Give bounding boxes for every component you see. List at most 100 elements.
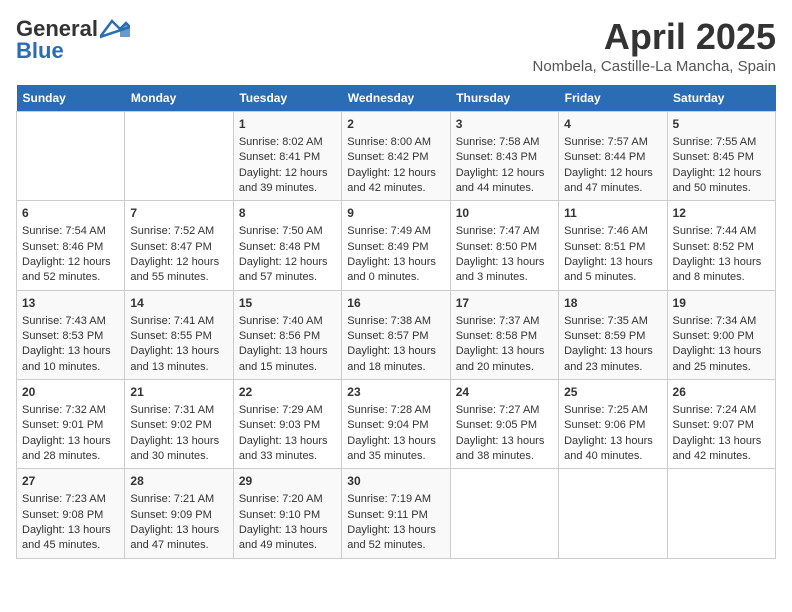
daylight: Daylight: 13 hours and 28 minutes. — [22, 435, 111, 462]
day-number: 27 — [22, 473, 119, 490]
daylight: Daylight: 13 hours and 33 minutes. — [239, 435, 328, 462]
daylight: Daylight: 12 hours and 57 minutes. — [239, 256, 328, 283]
sunset: Sunset: 9:08 PM — [22, 509, 103, 521]
daylight: Daylight: 13 hours and 15 minutes. — [239, 345, 328, 372]
sunrise: Sunrise: 7:40 AM — [239, 315, 323, 327]
sunrise: Sunrise: 7:38 AM — [347, 315, 431, 327]
sunrise: Sunrise: 7:34 AM — [673, 315, 757, 327]
sunrise: Sunrise: 7:43 AM — [22, 315, 106, 327]
day-number: 9 — [347, 205, 444, 222]
calendar-cell: 14 Sunrise: 7:41 AM Sunset: 8:55 PM Dayligh… — [125, 290, 233, 379]
header-tuesday: Tuesday — [233, 85, 341, 112]
daylight: Daylight: 13 hours and 47 minutes. — [130, 524, 219, 551]
daylight: Daylight: 13 hours and 42 minutes. — [673, 435, 762, 462]
calendar-cell: 13 Sunrise: 7:43 AM Sunset: 8:53 PM Dayligh… — [17, 290, 125, 379]
sunrise: Sunrise: 7:21 AM — [130, 493, 214, 505]
day-number: 26 — [673, 384, 770, 401]
sunrise: Sunrise: 7:47 AM — [456, 225, 540, 237]
sunset: Sunset: 9:02 PM — [130, 419, 211, 431]
calendar-cell: 1 Sunrise: 8:02 AM Sunset: 8:41 PM Daylight… — [233, 112, 341, 201]
daylight: Daylight: 13 hours and 8 minutes. — [673, 256, 762, 283]
calendar-cell — [667, 469, 775, 558]
sunset: Sunset: 8:50 PM — [456, 241, 537, 253]
calendar-week-row: 1 Sunrise: 8:02 AM Sunset: 8:41 PM Daylight… — [17, 112, 776, 201]
day-number: 30 — [347, 473, 444, 490]
sunrise: Sunrise: 7:20 AM — [239, 493, 323, 505]
calendar-cell: 7Sunrise: 7:52 AMSunset: 8:47 PMDaylight… — [125, 201, 233, 290]
daylight: Daylight: 12 hours and 39 minutes. — [239, 167, 328, 194]
daylight: Daylight: 13 hours and 3 minutes. — [456, 256, 545, 283]
sunset: Sunset: 8:53 PM — [22, 330, 103, 342]
header-wednesday: Wednesday — [342, 85, 450, 112]
daylight: Daylight: 13 hours and 13 minutes. — [130, 345, 219, 372]
day-number: 1 — [239, 116, 336, 133]
sunrise: Sunrise: 7:41 AM — [130, 315, 214, 327]
sunset: Sunset: 9:09 PM — [130, 509, 211, 521]
sunrise: Sunrise: 7:19 AM — [347, 493, 431, 505]
header-friday: Friday — [559, 85, 667, 112]
daylight: Daylight: 13 hours and 10 minutes. — [22, 345, 111, 372]
calendar-cell: 20Sunrise: 7:32 AMSunset: 9:01 PMDayligh… — [17, 380, 125, 469]
sunrise: Sunrise: 7:31 AM — [130, 404, 214, 416]
sunrise: Sunrise: 7:24 AM — [673, 404, 757, 416]
header-monday: Monday — [125, 85, 233, 112]
day-number: 14 — [130, 295, 227, 312]
sunset: Sunset: 8:41 PM — [239, 151, 320, 163]
day-number: 16 — [347, 295, 444, 312]
sunrise: Sunrise: 7:29 AM — [239, 404, 323, 416]
day-number: 15 — [239, 295, 336, 312]
daylight: Daylight: 12 hours and 55 minutes. — [130, 256, 219, 283]
calendar-title: April 2025 — [533, 16, 776, 58]
calendar-cell: 17Sunrise: 7:37 AMSunset: 8:58 PMDayligh… — [450, 290, 558, 379]
daylight: Daylight: 12 hours and 42 minutes. — [347, 167, 436, 194]
day-number: 22 — [239, 384, 336, 401]
day-number: 28 — [130, 473, 227, 490]
sunrise: Sunrise: 7:49 AM — [347, 225, 431, 237]
calendar-cell: 10Sunrise: 7:47 AMSunset: 8:50 PMDayligh… — [450, 201, 558, 290]
calendar-cell — [17, 112, 125, 201]
daylight: Daylight: 13 hours and 45 minutes. — [22, 524, 111, 551]
sunset: Sunset: 8:47 PM — [130, 241, 211, 253]
calendar-cell: 15Sunrise: 7:40 AMSunset: 8:56 PMDayligh… — [233, 290, 341, 379]
calendar-cell: 29Sunrise: 7:20 AMSunset: 9:10 PMDayligh… — [233, 469, 341, 558]
calendar-cell: 24Sunrise: 7:27 AMSunset: 9:05 PMDayligh… — [450, 380, 558, 469]
daylight: Daylight: 12 hours and 50 minutes. — [673, 167, 762, 194]
day-number: 4 — [564, 116, 661, 133]
day-number: 12 — [673, 205, 770, 222]
calendar-header-row: Sunday Monday Tuesday Wednesday Thursday… — [17, 85, 776, 112]
sunrise: Sunrise: 7:46 AM — [564, 225, 648, 237]
calendar-cell: 3Sunrise: 7:58 AMSunset: 8:43 PMDaylight… — [450, 112, 558, 201]
sunrise: Sunrise: 7:25 AM — [564, 404, 648, 416]
calendar-cell — [450, 469, 558, 558]
sunrise: Sunrise: 8:02 AM — [239, 136, 323, 148]
sunset: Sunset: 9:03 PM — [239, 419, 320, 431]
sunrise: Sunrise: 7:37 AM — [456, 315, 540, 327]
calendar-cell: 26Sunrise: 7:24 AMSunset: 9:07 PMDayligh… — [667, 380, 775, 469]
calendar-cell: 21Sunrise: 7:31 AMSunset: 9:02 PMDayligh… — [125, 380, 233, 469]
sunset: Sunset: 8:48 PM — [239, 241, 320, 253]
sunset: Sunset: 9:10 PM — [239, 509, 320, 521]
calendar-cell — [125, 112, 233, 201]
day-number: 25 — [564, 384, 661, 401]
calendar-cell — [559, 469, 667, 558]
sunset: Sunset: 9:06 PM — [564, 419, 645, 431]
calendar-cell: 5Sunrise: 7:55 AMSunset: 8:45 PMDaylight… — [667, 112, 775, 201]
sunset: Sunset: 8:45 PM — [673, 151, 754, 163]
sunset: Sunset: 8:44 PM — [564, 151, 645, 163]
day-number: 8 — [239, 205, 336, 222]
calendar-week-row: 20Sunrise: 7:32 AMSunset: 9:01 PMDayligh… — [17, 380, 776, 469]
sunset: Sunset: 8:55 PM — [130, 330, 211, 342]
sunrise: Sunrise: 7:27 AM — [456, 404, 540, 416]
calendar-subtitle: Nombela, Castille-La Mancha, Spain — [533, 58, 776, 75]
daylight: Daylight: 12 hours and 47 minutes. — [564, 167, 653, 194]
calendar-cell: 23Sunrise: 7:28 AMSunset: 9:04 PMDayligh… — [342, 380, 450, 469]
daylight: Daylight: 13 hours and 52 minutes. — [347, 524, 436, 551]
sunrise: Sunrise: 8:00 AM — [347, 136, 431, 148]
sunset: Sunset: 8:59 PM — [564, 330, 645, 342]
daylight: Daylight: 13 hours and 0 minutes. — [347, 256, 436, 283]
day-number: 13 — [22, 295, 119, 312]
calendar-cell: 6Sunrise: 7:54 AMSunset: 8:46 PMDaylight… — [17, 201, 125, 290]
sunrise: Sunrise: 7:58 AM — [456, 136, 540, 148]
calendar-cell: 4Sunrise: 7:57 AMSunset: 8:44 PMDaylight… — [559, 112, 667, 201]
logo-blue: Blue — [16, 38, 64, 64]
